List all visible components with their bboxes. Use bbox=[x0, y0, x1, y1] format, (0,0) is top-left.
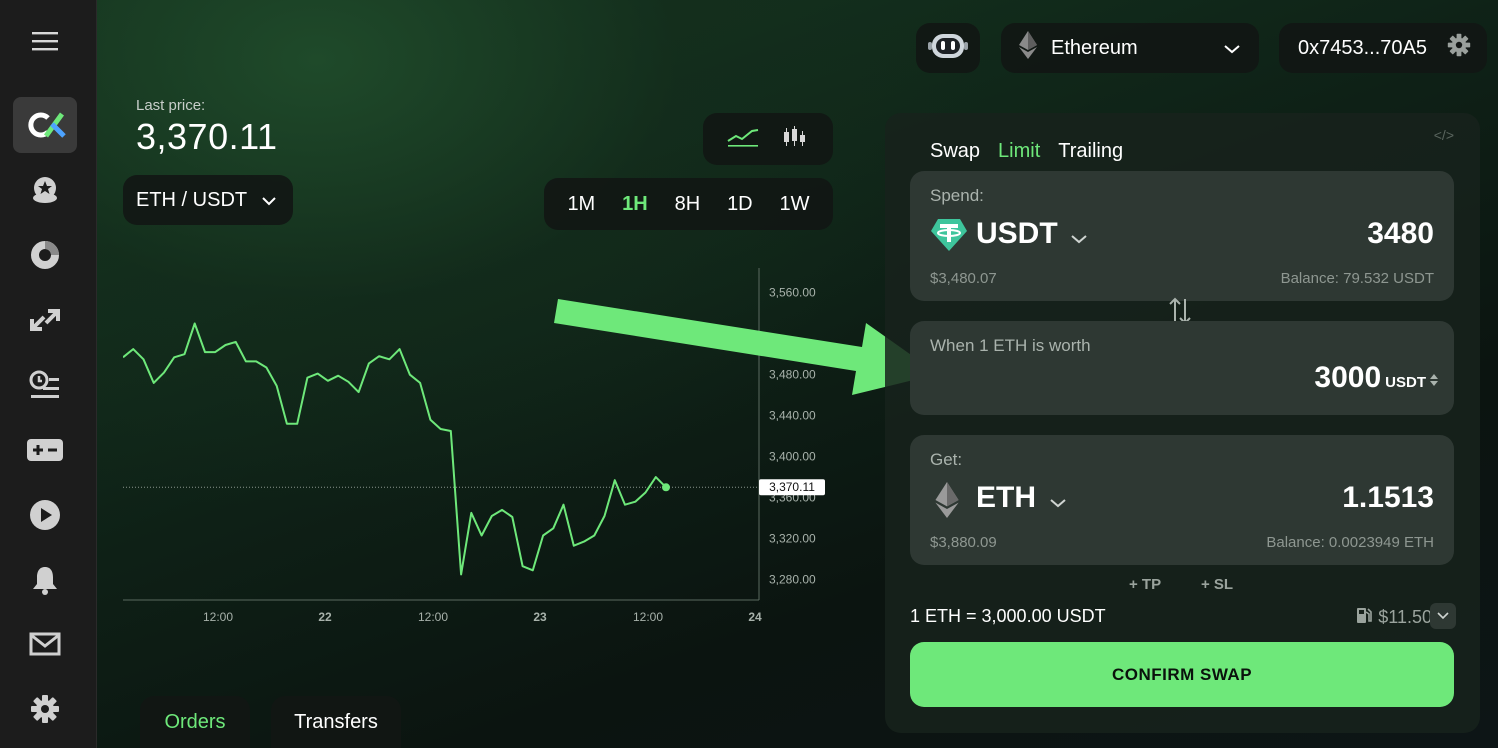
tether-icon bbox=[930, 218, 968, 257]
wallet-button[interactable]: 0x7453...70A5 bbox=[1279, 23, 1487, 73]
tab-trailing[interactable]: Trailing bbox=[1058, 140, 1123, 163]
sidebar bbox=[0, 0, 97, 748]
get-label: Get: bbox=[930, 450, 963, 469]
chart-type-toggle bbox=[703, 113, 833, 165]
spend-card: Spend: USDT 3480 $3,480.07 Balance: 79.5… bbox=[910, 171, 1454, 301]
x-tick-label: 12:00 bbox=[633, 610, 663, 624]
timeframe-1d[interactable]: 1D bbox=[727, 193, 753, 216]
gas-fee-value: $11.50 bbox=[1378, 607, 1432, 627]
limit-label: When 1 ETH is worth bbox=[930, 336, 1091, 355]
pair-selector[interactable]: ETH / USDT bbox=[123, 175, 293, 225]
tab-transfers[interactable]: Transfers bbox=[271, 696, 401, 748]
limit-amount-input[interactable]: 3000 bbox=[1314, 361, 1381, 395]
timeframe-group: 1M 1H 8H 1D 1W bbox=[544, 178, 833, 230]
swap-arrows-icon[interactable] bbox=[13, 292, 77, 348]
wallet-address: 0x7453...70A5 bbox=[1298, 36, 1427, 59]
gas-details-toggle[interactable] bbox=[1430, 603, 1456, 629]
limit-price-card: When 1 ETH is worth 3000 USDT bbox=[910, 321, 1454, 415]
chevron-down-icon bbox=[1223, 37, 1241, 60]
current-price-label: 3,370.11 bbox=[769, 480, 815, 494]
tab-orders[interactable]: Orders bbox=[140, 696, 250, 748]
ethereum-icon bbox=[934, 482, 960, 523]
mail-icon[interactable] bbox=[13, 616, 77, 672]
last-price-value: 3,370.11 bbox=[136, 116, 278, 157]
get-amount: 1.1513 bbox=[1342, 481, 1434, 514]
swap-panel: </> Swap Limit Trailing Spend: USDT 3480 $… bbox=[885, 113, 1480, 733]
plus-minus-icon[interactable] bbox=[13, 422, 77, 478]
gas-pump-icon bbox=[1356, 606, 1373, 629]
spend-label: Spend: bbox=[930, 186, 984, 205]
timeframe-1h[interactable]: 1H bbox=[622, 193, 648, 216]
add-stop-loss-button[interactable]: + SL bbox=[1201, 576, 1233, 593]
sort-stepper-icon[interactable] bbox=[1430, 373, 1438, 392]
get-balance[interactable]: Balance: 0.0023949 ETH bbox=[1266, 534, 1434, 551]
bell-icon[interactable] bbox=[13, 552, 77, 608]
embed-code-icon[interactable]: </> bbox=[1434, 127, 1454, 143]
x-tick-label: 23 bbox=[533, 610, 547, 624]
x-tick-label: 24 bbox=[748, 610, 762, 624]
network-selector[interactable]: Ethereum bbox=[1001, 23, 1259, 73]
timeframe-8h[interactable]: 8H bbox=[675, 193, 701, 216]
last-price-label: Last price: bbox=[136, 97, 206, 114]
y-tick-label: 3,280.00 bbox=[769, 573, 816, 587]
star-coin-icon[interactable] bbox=[13, 162, 77, 218]
donut-chart-icon[interactable] bbox=[13, 227, 77, 283]
gear-icon[interactable] bbox=[1447, 33, 1471, 63]
spend-token[interactable]: USDT bbox=[976, 217, 1058, 251]
logo-icon[interactable] bbox=[13, 97, 77, 153]
chevron-down-icon[interactable] bbox=[1049, 495, 1067, 513]
y-tick-label: 3,320.00 bbox=[769, 532, 816, 546]
network-name: Ethereum bbox=[1051, 36, 1138, 59]
x-tick-label: 22 bbox=[318, 610, 332, 624]
current-price-point bbox=[662, 483, 670, 492]
line-chart-icon[interactable] bbox=[727, 127, 759, 152]
x-tick-label: 12:00 bbox=[418, 610, 448, 624]
menu-icon[interactable] bbox=[13, 13, 77, 69]
chevron-down-icon[interactable] bbox=[1070, 231, 1088, 249]
timeframe-1w[interactable]: 1W bbox=[780, 193, 810, 216]
play-icon[interactable] bbox=[13, 487, 77, 543]
y-tick-label: 3,400.00 bbox=[769, 450, 816, 464]
tab-swap[interactable]: Swap bbox=[930, 140, 980, 163]
confirm-swap-button[interactable]: CONFIRM SWAP bbox=[910, 642, 1454, 707]
pair-label: ETH / USDT bbox=[136, 188, 248, 211]
spend-amount-input[interactable]: 3480 bbox=[1367, 217, 1434, 251]
y-tick-label: 3,440.00 bbox=[769, 409, 816, 423]
tab-limit[interactable]: Limit bbox=[998, 140, 1040, 163]
spend-balance[interactable]: Balance: 79.532 USDT bbox=[1281, 270, 1434, 287]
add-take-profit-button[interactable]: + TP bbox=[1129, 576, 1161, 593]
candlestick-chart-icon[interactable] bbox=[781, 125, 809, 153]
exchange-rate: 1 ETH = 3,000.00 USDT bbox=[910, 606, 1106, 626]
get-token[interactable]: ETH bbox=[976, 481, 1036, 515]
history-list-icon[interactable] bbox=[13, 357, 77, 413]
limit-unit: USDT bbox=[1385, 374, 1426, 391]
chevron-down-icon bbox=[1437, 607, 1449, 625]
get-usd-value: $3,880.09 bbox=[930, 534, 997, 551]
swap-tabs: Swap Limit Trailing bbox=[930, 140, 1123, 163]
bot-button[interactable] bbox=[916, 23, 980, 73]
timeframe-1m[interactable]: 1M bbox=[567, 193, 595, 216]
robot-icon bbox=[926, 28, 970, 69]
gas-fee: $11.50 bbox=[1356, 606, 1432, 629]
chevron-down-icon bbox=[261, 189, 277, 212]
settings-gear-icon[interactable] bbox=[13, 681, 77, 737]
spend-usd-value: $3,480.07 bbox=[930, 270, 997, 287]
get-card: Get: ETH 1.1513 $3,880.09 Balance: 0.002… bbox=[910, 435, 1454, 565]
main-area: Last price: 3,370.11 ETH / USDT 1M 1H 8H 1D… bbox=[97, 0, 1498, 748]
ethereum-icon bbox=[1019, 31, 1037, 65]
limit-price-field[interactable]: 3000 USDT bbox=[1314, 361, 1438, 395]
x-tick-label: 12:00 bbox=[203, 610, 233, 624]
